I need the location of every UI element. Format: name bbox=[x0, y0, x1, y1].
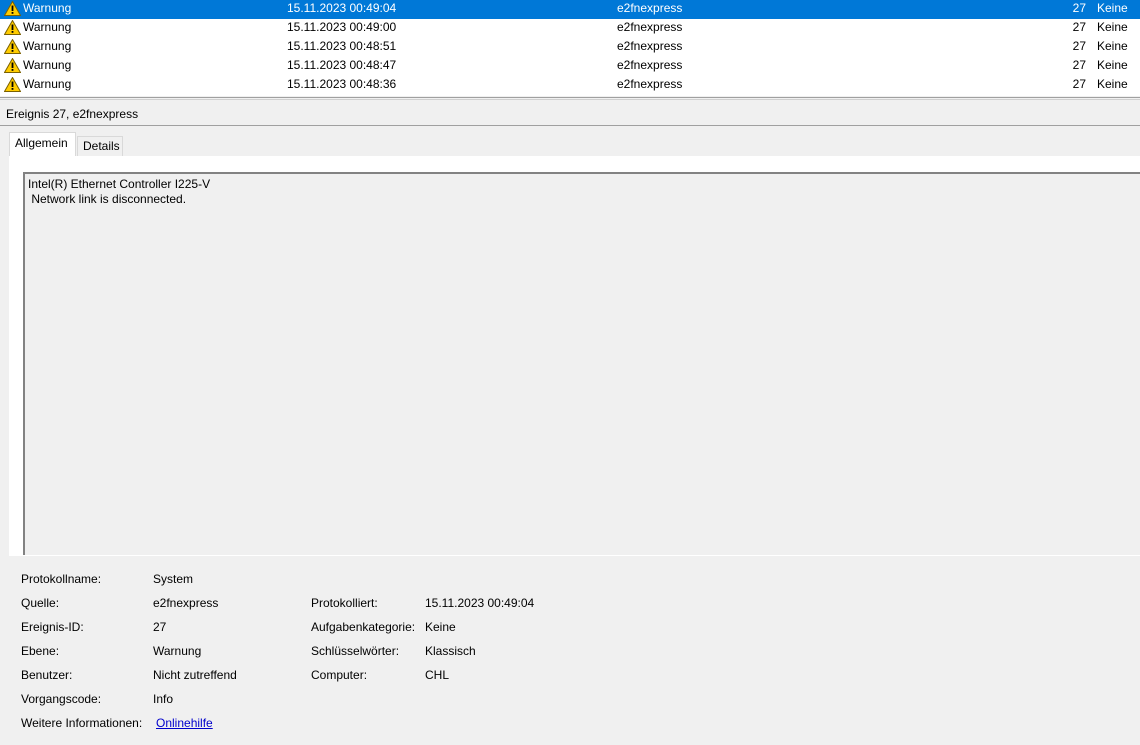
event-header: Ereignis 27, e2fnexpress bbox=[6, 107, 139, 121]
event-row[interactable]: Warnung 15.11.2023 00:49:00 e2fnexpress … bbox=[0, 19, 1140, 38]
event-source: e2fnexpress bbox=[617, 77, 683, 91]
online-help-link[interactable]: Onlinehilfe bbox=[156, 716, 213, 731]
event-level: Warnung bbox=[23, 20, 72, 34]
computer-value: CHL bbox=[425, 668, 450, 682]
event-properties: Protokollname: System Quelle: e2fnexpres… bbox=[9, 556, 1140, 745]
event-row[interactable]: Warnung 15.11.2023 00:49:04 e2fnexpress … bbox=[0, 0, 1140, 19]
keywords-label: Schlüsselwörter: bbox=[311, 644, 400, 658]
computer-label: Computer: bbox=[311, 668, 368, 682]
event-id: 27 bbox=[1072, 39, 1086, 53]
opcode-value: Info bbox=[153, 692, 174, 706]
warning-icon bbox=[4, 58, 21, 73]
event-category: Keine bbox=[1097, 77, 1128, 91]
event-level: Warnung bbox=[23, 77, 72, 91]
event-source: e2fnexpress bbox=[617, 39, 683, 53]
event-category: Keine bbox=[1097, 58, 1128, 72]
more-info-label: Weitere Informationen: bbox=[21, 716, 143, 730]
event-row[interactable]: Warnung 15.11.2023 00:48:51 e2fnexpress … bbox=[0, 38, 1140, 57]
event-date: 15.11.2023 00:48:47 bbox=[287, 58, 397, 72]
log-name-value: System bbox=[153, 572, 194, 586]
log-name-label: Protokollname: bbox=[21, 572, 102, 586]
keywords-value: Klassisch bbox=[425, 644, 476, 658]
event-level: Warnung bbox=[23, 58, 72, 72]
event-date: 15.11.2023 00:49:04 bbox=[287, 1, 397, 15]
tab-general[interactable]: Allgemein bbox=[9, 132, 76, 157]
source-value: e2fnexpress bbox=[153, 596, 219, 610]
event-id: 27 bbox=[1072, 1, 1086, 15]
logged-label: Protokolliert: bbox=[311, 596, 378, 610]
user-value: Nicht zutreffend bbox=[153, 668, 237, 682]
event-source: e2fnexpress bbox=[617, 1, 683, 15]
message-line: Intel(R) Ethernet Controller I225-V bbox=[28, 177, 211, 191]
event-id-label: Ereignis-ID: bbox=[21, 620, 84, 634]
opcode-label: Vorgangscode: bbox=[21, 692, 102, 706]
event-source: e2fnexpress bbox=[617, 20, 683, 34]
event-id: 27 bbox=[1072, 58, 1086, 72]
logged-value: 15.11.2023 00:49:04 bbox=[425, 596, 535, 610]
warning-icon bbox=[4, 77, 21, 92]
event-id: 27 bbox=[1072, 77, 1086, 91]
list-bottom-border bbox=[0, 97, 1140, 98]
event-message-box[interactable]: Intel(R) Ethernet Controller I225-V Netw… bbox=[23, 172, 1140, 555]
event-date: 15.11.2023 00:49:00 bbox=[287, 20, 397, 34]
event-category: Keine bbox=[1097, 1, 1128, 15]
level-label: Ebene: bbox=[21, 644, 60, 658]
event-category: Keine bbox=[1097, 39, 1128, 53]
event-list[interactable]: Warnung 15.11.2023 00:49:04 e2fnexpress … bbox=[0, 0, 1140, 96]
task-category-value: Keine bbox=[425, 620, 456, 634]
message-line: Network link is disconnected. bbox=[28, 192, 187, 206]
event-source: e2fnexpress bbox=[617, 58, 683, 72]
event-date: 15.11.2023 00:48:36 bbox=[287, 77, 397, 91]
level-value: Warnung bbox=[153, 644, 202, 658]
event-level: Warnung bbox=[23, 1, 72, 15]
event-date: 15.11.2023 00:48:51 bbox=[287, 39, 397, 53]
tab-details[interactable]: Details bbox=[77, 136, 123, 156]
task-category-label: Aufgabenkategorie: bbox=[311, 620, 416, 634]
warning-icon bbox=[4, 1, 21, 16]
source-label: Quelle: bbox=[21, 596, 60, 610]
event-row[interactable]: Warnung 15.11.2023 00:48:36 e2fnexpress … bbox=[0, 76, 1140, 95]
event-id: 27 bbox=[1072, 20, 1086, 34]
event-category: Keine bbox=[1097, 20, 1128, 34]
event-row[interactable]: Warnung 15.11.2023 00:48:47 e2fnexpress … bbox=[0, 57, 1140, 76]
user-label: Benutzer: bbox=[21, 668, 73, 682]
warning-icon bbox=[4, 20, 21, 35]
header-divider bbox=[0, 125, 1140, 126]
event-level: Warnung bbox=[23, 39, 72, 53]
event-id-value: 27 bbox=[153, 620, 167, 634]
warning-icon bbox=[4, 39, 21, 54]
splitter[interactable] bbox=[0, 99, 1140, 100]
